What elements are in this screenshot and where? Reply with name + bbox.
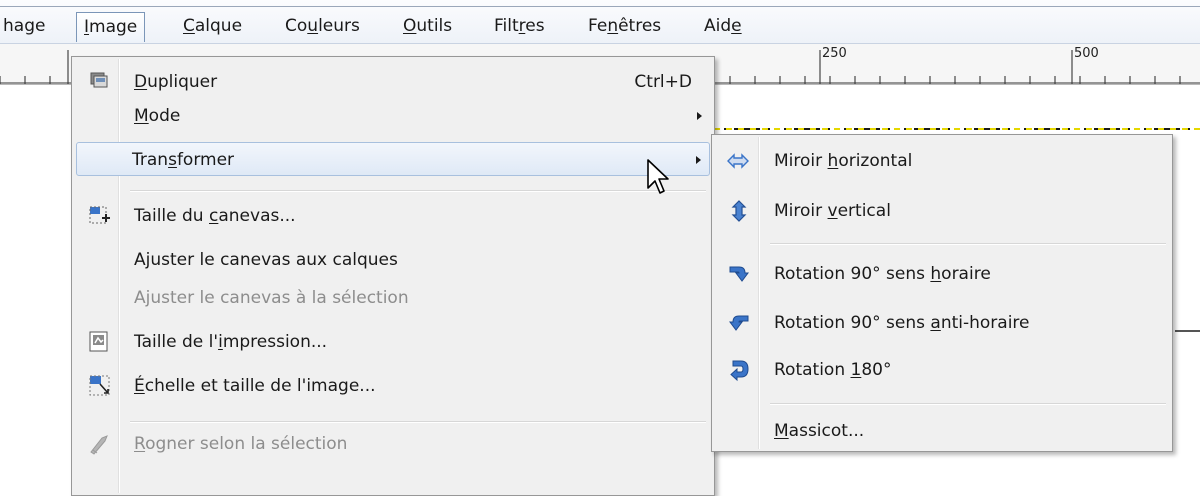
menu-separator	[130, 421, 706, 423]
menu-item-ajuster-canevas-calques[interactable]: Ajuster le canevas aux calques	[74, 243, 712, 277]
menu-item-transformer[interactable]: Transformer	[76, 142, 710, 176]
menu-separator	[770, 243, 1166, 245]
menu-outils[interactable]: Outils	[396, 12, 459, 42]
duplicate-icon	[88, 70, 112, 94]
menu-item-echelle-taille-image[interactable]: Échelle et taille de l'image...	[74, 369, 712, 403]
scale-image-icon	[88, 374, 112, 398]
menu-item-ajuster-canevas-selection: Ajuster le canevas à la sélection	[134, 288, 409, 308]
menu-aide[interactable]: Aide	[697, 12, 749, 42]
shortcut-ctrl-d: Ctrl+D	[634, 72, 692, 92]
menu-separator	[770, 403, 1166, 405]
menu-icon-gutter	[758, 137, 760, 449]
menu-couleurs[interactable]: Couleurs	[278, 12, 367, 42]
canvas-size-icon	[88, 205, 112, 229]
menu-item-miroir-vertical[interactable]: Miroir vertical	[714, 194, 1170, 228]
rotate-clockwise-icon	[727, 262, 751, 286]
canvas-content-line	[1175, 330, 1200, 332]
menu-item-rotation-180[interactable]: Rotation 180°	[714, 353, 1170, 387]
menu-fenetres[interactable]: Fenêtres	[581, 12, 668, 42]
menu-item-mode[interactable]: Mode	[74, 99, 712, 133]
menu-item-rogner-selection: Rogner selon la sélection	[74, 427, 712, 461]
mouse-cursor-icon	[646, 158, 670, 198]
crop-icon	[88, 432, 112, 456]
menubar: hage Image Calque Couleurs Outils Filtre…	[0, 0, 1200, 44]
menu-item-massicot[interactable]: Massicot...	[714, 414, 1170, 448]
ruler-label-250: 250	[822, 46, 847, 61]
menu-image[interactable]: Image	[76, 12, 146, 42]
layer-boundary	[714, 128, 1200, 130]
menu-item-rotation-90-anti-horaire[interactable]: Rotation 90° sens anti-horaire	[714, 306, 1170, 340]
image-menu: Dupliquer Ctrl+D Mode Transformer Taille…	[71, 56, 715, 496]
rotate-180-icon	[727, 358, 751, 382]
menu-calque[interactable]: Calque	[176, 12, 249, 42]
submenu-arrow-icon	[696, 156, 701, 164]
submenu-arrow-icon	[697, 112, 702, 120]
menu-separator	[130, 190, 706, 192]
ruler-label-500: 500	[1074, 46, 1099, 61]
menu-item-taille-impression[interactable]: Taille de l'impression...	[74, 325, 712, 359]
menu-affichage[interactable]: hage	[0, 12, 52, 42]
rotate-counterclockwise-icon	[727, 311, 751, 335]
flip-horizontal-icon	[726, 150, 750, 174]
print-size-icon	[88, 330, 112, 354]
menu-item-rotation-90-horaire[interactable]: Rotation 90° sens horaire	[714, 257, 1170, 291]
menu-item-taille-canevas[interactable]: Taille du canevas...	[74, 199, 712, 233]
menu-item-miroir-horizontal[interactable]: Miroir horizontal	[714, 144, 1170, 178]
transformer-submenu: Miroir horizontal Miroir vertical Rotati…	[711, 134, 1173, 452]
window-top-border	[0, 6, 1200, 7]
menu-filtres[interactable]: Filtres	[487, 12, 552, 42]
flip-vertical-icon	[728, 199, 752, 223]
menu-item-dupliquer[interactable]: Dupliquer Ctrl+D	[74, 65, 712, 99]
